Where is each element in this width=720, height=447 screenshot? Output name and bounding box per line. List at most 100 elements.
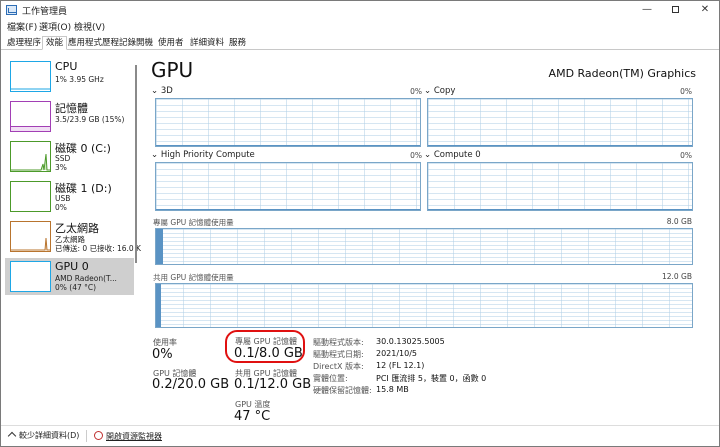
engine-graph-copy	[427, 98, 693, 147]
status-footer: 較少詳細資料(D) 開啟資源監視器	[1, 425, 719, 446]
minimize-button[interactable]: —	[633, 1, 661, 19]
engine-label: Copy	[433, 86, 456, 96]
utilization-value: 0%	[152, 347, 173, 362]
engine-label: High Priority Compute	[160, 150, 255, 160]
gpu-detail-panel: GPU AMD Radeon(TM) Graphics ⌄ 3D 0% ⌄ Co…	[139, 51, 713, 425]
chevron-down-icon: ⌄	[424, 150, 432, 160]
menu-bar: 檔案(F) 選項(O) 檢視(V)	[1, 19, 719, 34]
engine-graph-line	[156, 145, 420, 146]
gpu-temperature-value: 47 °C	[234, 409, 271, 424]
engine-label: Compute 0	[433, 150, 481, 160]
chevron-down-icon: ⌄	[424, 86, 432, 96]
sidebar-item-gpu-0[interactable]: GPU 0 AMD Radeon(T... 0% (47 °C)	[5, 258, 134, 295]
dedicated-memory-fill	[156, 229, 163, 264]
engine-graph-3d	[155, 98, 421, 147]
sidebar-item-ethernet[interactable]: 乙太網路 乙太網路 已傳送: 0 已接收: 16.0 K	[5, 218, 141, 255]
resource-monitor-icon	[94, 431, 103, 440]
shared-memory-fill	[156, 284, 162, 327]
physical-location-label: 實體位置:	[313, 374, 348, 383]
directx-version-label: DirectX 版本:	[313, 362, 364, 371]
window-title: 工作管理員	[22, 7, 68, 17]
engine-graph-line	[428, 209, 692, 210]
resource-sidebar: CPU 1% 3.95 GHz 記憶體 3.5/23.9 GB (15%) 磁碟…	[1, 57, 141, 425]
maximize-button[interactable]	[661, 1, 689, 19]
engine-label: 3D	[160, 86, 173, 96]
reserved-memory-value: 15.8 MB	[376, 385, 409, 394]
engine-percent: 0%	[410, 151, 422, 160]
engine-selector-copy[interactable]: ⌄ Copy	[424, 86, 455, 96]
sidebar-item-cpu[interactable]: CPU 1% 3.95 GHz	[5, 58, 134, 95]
sidebar-item-disk-1[interactable]: 磁碟 1 (D:) USB 0%	[5, 178, 134, 215]
shared-memory-graph	[155, 283, 693, 328]
dedicated-memory-graph	[155, 228, 693, 265]
dedicated-memory-max: 8.0 GB	[666, 217, 692, 226]
sidebar-item-value: 0%	[55, 203, 67, 212]
driver-date-value: 2021/10/5	[376, 349, 418, 358]
highlight-annotation	[225, 330, 305, 363]
memory-thumbnail-graph	[10, 101, 51, 132]
tab-details[interactable]: 詳細資料	[186, 36, 228, 50]
disk1-thumbnail-graph	[10, 181, 51, 212]
sidebar-item-value: 已傳送: 0 已接收: 16.0 K	[55, 244, 141, 253]
driver-version-label: 驅動程式版本:	[313, 338, 364, 347]
gpu-thumbnail-graph	[10, 261, 51, 292]
tab-processes[interactable]: 處理程序	[3, 36, 45, 50]
menu-view[interactable]: 檢視(V)	[74, 20, 105, 33]
menu-options[interactable]: 選項(O)	[39, 20, 71, 33]
engine-graph-line	[428, 145, 692, 146]
sidebar-item-subtitle: 3.5/23.9 GB (15%)	[55, 115, 125, 124]
directx-version-value: 12 (FL 12.1)	[376, 361, 425, 370]
sidebar-item-title: GPU 0	[55, 260, 89, 273]
sidebar-item-subtitle: 1% 3.95 GHz	[55, 75, 104, 84]
ethernet-thumbnail-graph	[10, 221, 51, 252]
close-button[interactable]: ✕	[691, 1, 719, 19]
tab-services[interactable]: 服務	[225, 36, 250, 50]
sidebar-item-memory[interactable]: 記憶體 3.5/23.9 GB (15%)	[5, 98, 134, 135]
sidebar-item-disk-0[interactable]: 磁碟 0 (C:) SSD 3%	[5, 138, 134, 175]
physical-location-value: PCI 匯流排 5，裝置 0，函數 0	[376, 374, 487, 383]
dedicated-memory-graph-label: 專屬 GPU 記憶體使用量	[153, 218, 234, 227]
shared-memory-max: 12.0 GB	[661, 272, 692, 281]
engine-percent: 0%	[410, 87, 422, 96]
ethernet-sparkline	[11, 237, 50, 251]
cpu-thumbnail-graph	[10, 61, 51, 92]
sidebar-item-subtitle: AMD Radeon(T...	[55, 274, 117, 283]
engine-graph-high-priority-compute	[155, 162, 421, 211]
menu-file[interactable]: 檔案(F)	[7, 20, 37, 33]
engine-selector-3d[interactable]: ⌄ 3D	[151, 86, 173, 96]
driver-date-label: 驅動程式日期:	[313, 350, 364, 359]
chevron-down-icon: ⌄	[151, 86, 159, 96]
sidebar-item-subtitle: USB	[55, 194, 71, 203]
title-bar: 工作管理員 — ✕	[1, 1, 719, 19]
task-manager-icon	[6, 5, 17, 15]
reserved-memory-label: 硬體保留記憶體:	[313, 386, 372, 395]
cpu-sparkline	[11, 88, 50, 90]
chevron-down-icon: ⌄	[151, 150, 159, 160]
open-resource-monitor-link[interactable]: 開啟資源監視器	[94, 430, 162, 442]
driver-version-value: 30.0.13025.5005	[376, 337, 445, 346]
engine-percent: 0%	[680, 87, 692, 96]
engine-percent: 0%	[680, 151, 692, 160]
sidebar-item-value: 0% (47 °C)	[55, 283, 97, 292]
task-manager-window: 工作管理員 — ✕ 檔案(F) 選項(O) 檢視(V) 處理程序 效能 應用程式…	[0, 0, 720, 447]
fewer-details-button[interactable]: 較少詳細資料(D)	[7, 430, 79, 441]
sidebar-item-value: 3%	[55, 163, 67, 172]
sidebar-item-title: CPU	[55, 60, 78, 73]
tab-app-history[interactable]: 應用程式歷程記錄	[64, 36, 140, 50]
disk0-thumbnail-graph	[10, 141, 51, 172]
engine-selector-compute-0[interactable]: ⌄ Compute 0	[424, 150, 481, 160]
maximize-icon	[671, 6, 679, 13]
fewer-details-label: 較少詳細資料(D)	[19, 431, 80, 440]
page-title: GPU	[151, 58, 194, 82]
tab-bar: 處理程序 效能 應用程式歷程記錄 開機 使用者 詳細資料 服務	[1, 35, 719, 50]
sidebar-scrollbar[interactable]	[135, 65, 137, 263]
sidebar-item-title: 記憶體	[55, 102, 88, 115]
engine-graph-line	[156, 209, 420, 210]
gpu-memory-value: 0.2/20.0 GB	[152, 377, 230, 392]
tab-users[interactable]: 使用者	[154, 36, 188, 50]
sidebar-item-subtitle: SSD	[55, 154, 71, 163]
gpu-device-name: AMD Radeon(TM) Graphics	[548, 67, 696, 80]
disk0-sparkline	[11, 153, 50, 171]
engine-selector-high-priority-compute[interactable]: ⌄ High Priority Compute	[151, 150, 255, 160]
chevron-up-icon	[7, 431, 17, 441]
